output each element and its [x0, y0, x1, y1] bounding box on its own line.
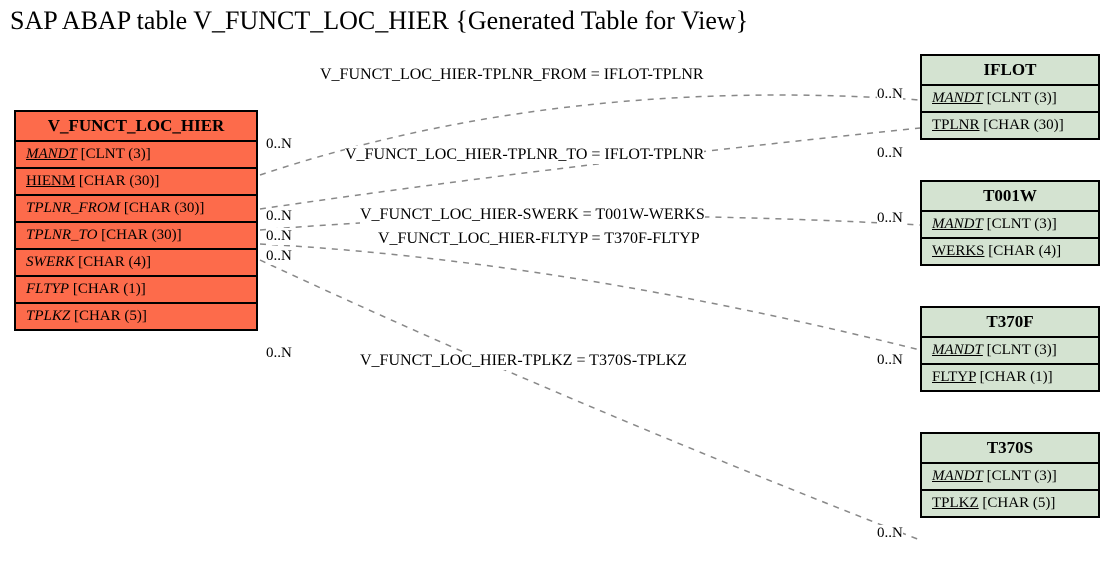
- table-main-header: V_FUNCT_LOC_HIER: [16, 112, 256, 142]
- table-iflot: IFLOT MANDT [CLNT (3)] TPLNR [CHAR (30)]: [920, 54, 1100, 140]
- relation-label: V_FUNCT_LOC_HIER-TPLNR_FROM = IFLOT-TPLN…: [320, 66, 704, 84]
- table-row: FLTYP [CHAR (1)]: [922, 365, 1098, 390]
- cardinality: 0..N: [266, 228, 292, 245]
- table-row: MANDT [CLNT (3)]: [16, 142, 256, 169]
- table-row: FLTYP [CHAR (1)]: [16, 277, 256, 304]
- table-row: WERKS [CHAR (4)]: [922, 239, 1098, 264]
- table-row: SWERK [CHAR (4)]: [16, 250, 256, 277]
- cardinality: 0..N: [266, 248, 292, 265]
- table-header: IFLOT: [922, 56, 1098, 86]
- table-header: T001W: [922, 182, 1098, 212]
- table-row: MANDT [CLNT (3)]: [922, 464, 1098, 491]
- table-header: T370F: [922, 308, 1098, 338]
- relation-label: V_FUNCT_LOC_HIER-FLTYP = T370F-FLTYP: [378, 230, 700, 248]
- table-row: HIENM [CHAR (30)]: [16, 169, 256, 196]
- table-header: T370S: [922, 434, 1098, 464]
- table-row: TPLNR [CHAR (30)]: [922, 113, 1098, 138]
- table-t370f: T370F MANDT [CLNT (3)] FLTYP [CHAR (1)]: [920, 306, 1100, 392]
- cardinality: 0..N: [877, 86, 903, 103]
- table-row: TPLNR_FROM [CHAR (30)]: [16, 196, 256, 223]
- cardinality: 0..N: [877, 352, 903, 369]
- cardinality: 0..N: [266, 208, 292, 225]
- table-t370s: T370S MANDT [CLNT (3)] TPLKZ [CHAR (5)]: [920, 432, 1100, 518]
- table-row: MANDT [CLNT (3)]: [922, 338, 1098, 365]
- cardinality: 0..N: [877, 210, 903, 227]
- table-row: TPLKZ [CHAR (5)]: [16, 304, 256, 329]
- cardinality: 0..N: [266, 345, 292, 362]
- relation-label: V_FUNCT_LOC_HIER-TPLNR_TO = IFLOT-TPLNR: [345, 146, 704, 164]
- relation-label: V_FUNCT_LOC_HIER-TPLKZ = T370S-TPLKZ: [360, 352, 687, 370]
- table-row: TPLKZ [CHAR (5)]: [922, 491, 1098, 516]
- cardinality: 0..N: [266, 136, 292, 153]
- page-title: SAP ABAP table V_FUNCT_LOC_HIER {Generat…: [10, 6, 748, 36]
- table-row: MANDT [CLNT (3)]: [922, 86, 1098, 113]
- relation-label: V_FUNCT_LOC_HIER-SWERK = T001W-WERKS: [360, 206, 705, 224]
- table-main: V_FUNCT_LOC_HIER MANDT [CLNT (3)] HIENM …: [14, 110, 258, 331]
- cardinality: 0..N: [877, 525, 903, 542]
- table-row: TPLNR_TO [CHAR (30)]: [16, 223, 256, 250]
- table-row: MANDT [CLNT (3)]: [922, 212, 1098, 239]
- table-t001w: T001W MANDT [CLNT (3)] WERKS [CHAR (4)]: [920, 180, 1100, 266]
- cardinality: 0..N: [877, 145, 903, 162]
